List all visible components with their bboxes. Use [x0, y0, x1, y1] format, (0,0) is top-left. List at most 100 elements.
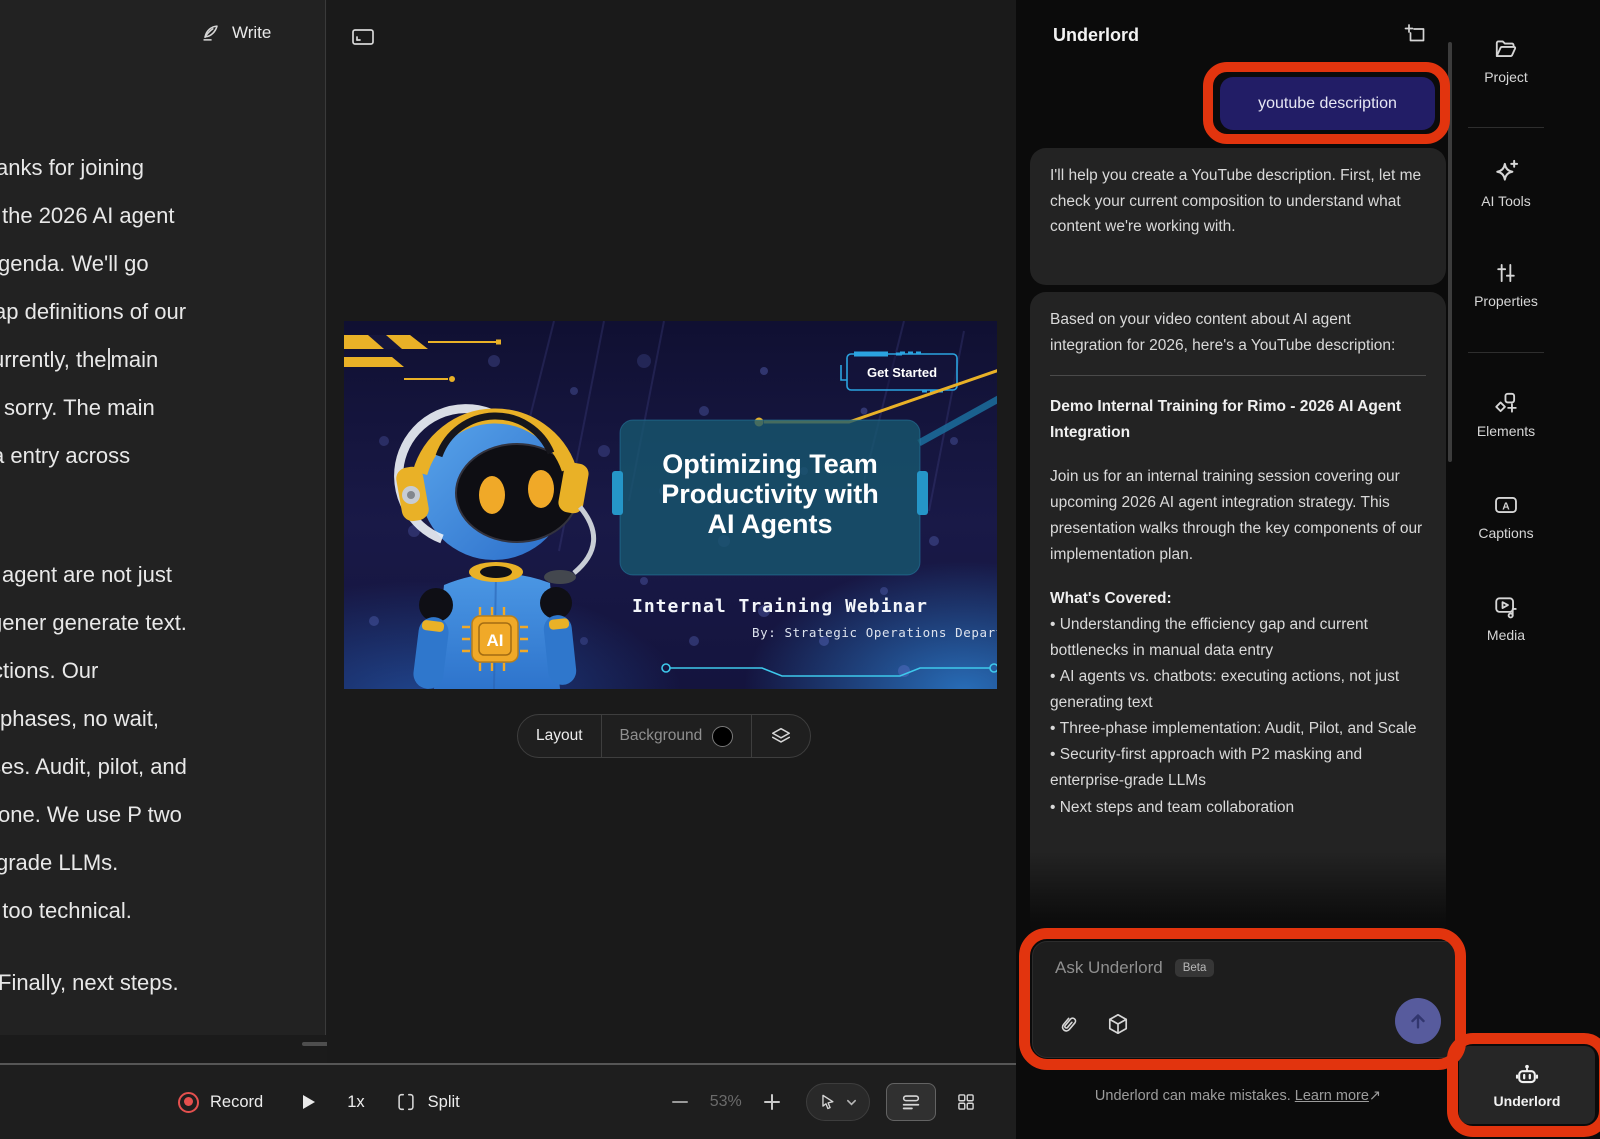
video-description: Join us for an internal training session…	[1050, 464, 1426, 568]
transcript-line[interactable]: gener generate text.	[0, 610, 187, 636]
layers-button[interactable]	[752, 715, 810, 757]
transcript-line[interactable]: t too technical.	[0, 898, 132, 924]
bullet-item: Three-phase implementation: Audit, Pilot…	[1050, 716, 1426, 742]
user-message-pill[interactable]: youtube description	[1220, 77, 1435, 130]
play-icon	[299, 1093, 317, 1111]
bullet-item: Security-first approach with P2 masking …	[1050, 742, 1426, 794]
message-divider	[1050, 375, 1426, 376]
video-title: Demo Internal Training for Rimo - 2026 A…	[1050, 394, 1426, 446]
media-icon	[1493, 594, 1519, 620]
sidebar-item-underlord[interactable]: Underlord	[1459, 1046, 1595, 1124]
sidebar-item-elements[interactable]: Elements	[1460, 390, 1552, 439]
send-button[interactable]	[1395, 998, 1441, 1044]
slide-subtitle: Internal Training Webinar	[632, 596, 928, 617]
record-button[interactable]: Record	[178, 1092, 263, 1113]
arrow-up-icon	[1407, 1010, 1429, 1032]
cursor-icon	[819, 1093, 838, 1112]
svg-text:A: A	[1502, 501, 1510, 512]
transcript-line[interactable]: grade LLMs.	[0, 850, 118, 876]
new-chat-button[interactable]	[1404, 23, 1428, 47]
write-button[interactable]: Write	[200, 22, 271, 44]
sidebar-item-properties[interactable]: Properties	[1460, 260, 1552, 309]
transcript-line[interactable]: phases, no wait,	[0, 706, 159, 732]
input-placeholder: Ask Underlord	[1055, 958, 1163, 978]
sidebar-item-media[interactable]: Media	[1460, 594, 1552, 643]
fit-frame-button[interactable]	[351, 26, 375, 48]
script-view-toggle[interactable]	[886, 1083, 936, 1121]
scroll-fade	[1016, 852, 1460, 938]
ai-chip-label: AI	[487, 631, 504, 650]
transcript-line[interactable]: Finally, next steps.	[0, 970, 179, 996]
background-label: Background	[620, 727, 703, 745]
cube-icon	[1106, 1012, 1130, 1036]
covered-heading: What's Covered:	[1050, 586, 1426, 612]
robot-icon	[1514, 1062, 1540, 1088]
sidebar-item-ai-tools[interactable]: AI Tools	[1460, 158, 1552, 209]
folder-icon	[1493, 36, 1519, 62]
record-icon	[178, 1092, 199, 1113]
transcript-line[interactable]: ctions. Our	[0, 658, 98, 684]
transcript-line[interactable]: ses. Audit, pilot, and	[0, 754, 187, 780]
transcript-line-with-cursor[interactable]: urrently, themain	[0, 347, 158, 373]
editor-region: Write anks for joining the 2026 AI agent…	[0, 0, 1016, 1139]
learn-more-link[interactable]: Learn more	[1295, 1088, 1369, 1104]
transcript-line[interactable]: anks for joining	[0, 155, 144, 181]
chevron-down-icon	[846, 1097, 857, 1108]
board-view-toggle[interactable]	[944, 1083, 988, 1121]
shapes-icon	[1493, 390, 1519, 416]
canvas-region: Get Started Optimizing Team Productivity…	[327, 0, 1016, 1063]
speed-label: 1x	[347, 1093, 364, 1112]
split-label: Split	[428, 1093, 460, 1112]
layout-button[interactable]: Layout	[518, 715, 601, 757]
sidebar-label: Captions	[1478, 525, 1533, 541]
panel-title: Underlord	[1053, 25, 1139, 46]
app-window: Write anks for joining the 2026 AI agent…	[0, 0, 1600, 1139]
paperclip-icon	[1057, 1013, 1080, 1036]
record-label: Record	[210, 1093, 263, 1112]
ask-underlord-input[interactable]: Ask Underlord Beta	[1032, 941, 1464, 1058]
zoom-out-button[interactable]	[670, 1092, 690, 1112]
write-label: Write	[232, 23, 271, 43]
chat-scrollbar[interactable]	[1448, 42, 1452, 462]
play-button[interactable]	[299, 1093, 317, 1111]
assistant-message: I'll help you create a YouTube descripti…	[1030, 148, 1446, 285]
new-chat-icon	[1404, 23, 1428, 47]
preview-toolbar: Layout Background	[517, 714, 811, 758]
transcript-line[interactable]: the 2026 AI agent	[2, 203, 175, 229]
sidebar-label: AI Tools	[1481, 193, 1531, 209]
layout-label: Layout	[536, 727, 583, 745]
transcript-line[interactable]: a entry across	[0, 443, 130, 469]
transcript-line[interactable]: ap definitions of our	[0, 299, 186, 325]
background-color-swatch[interactable]	[712, 726, 733, 747]
pointer-tool-dropdown[interactable]	[806, 1083, 870, 1121]
disclaimer: Underlord can make mistakes. Learn more↗	[1016, 1088, 1460, 1104]
playback-toolbar: Record 1x Split 53%	[0, 1063, 1016, 1139]
get-started-label: Get Started	[867, 365, 937, 380]
sidebar-label: Elements	[1477, 423, 1535, 439]
zoom-in-button[interactable]	[762, 1092, 782, 1112]
sidebar-item-project[interactable]: Project	[1460, 36, 1552, 85]
divider	[1468, 127, 1544, 128]
beta-badge: Beta	[1175, 959, 1215, 977]
transcript-line[interactable]: one. We use P two	[0, 802, 182, 828]
sliders-icon	[1493, 260, 1519, 286]
slide-title-1: Optimizing Team	[662, 449, 878, 479]
divider	[1468, 352, 1544, 353]
background-button[interactable]: Background	[602, 715, 752, 757]
split-button[interactable]: Split	[395, 1091, 460, 1113]
attach-button[interactable]	[1057, 1013, 1080, 1036]
playback-speed-button[interactable]: 1x	[347, 1093, 364, 1112]
sidebar-item-captions[interactable]: A Captions	[1460, 492, 1552, 541]
transcript-line[interactable]: genda. We'll go	[0, 251, 149, 277]
bullet-item: AI agents vs. chatbots: executing action…	[1050, 664, 1426, 716]
sparkle-icon	[1492, 158, 1520, 186]
transcript-line[interactable]: agent are not just	[2, 562, 172, 588]
video-preview[interactable]: Get Started Optimizing Team Productivity…	[344, 321, 997, 689]
transcript-panel[interactable]: Write anks for joining the 2026 AI agent…	[0, 0, 326, 1035]
sidebar-label: Properties	[1474, 293, 1538, 309]
external-link-arrow: ↗	[1369, 1088, 1381, 1104]
script-view-icon	[900, 1091, 922, 1113]
transcript-line[interactable]: sorry. The main	[4, 395, 155, 421]
message-intro: Based on your video content about AI age…	[1050, 307, 1426, 359]
context-button[interactable]	[1106, 1012, 1130, 1036]
